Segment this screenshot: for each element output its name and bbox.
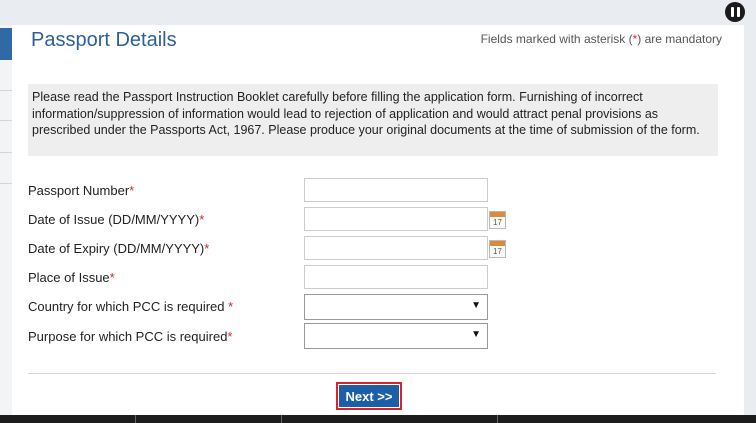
place-of-issue-label-text: Place of Issue [28,270,110,285]
left-sidebar-divider [0,90,12,91]
dropdown-arrow-icon: ▼ [471,329,481,340]
purpose-label-text: Purpose for which PCC is required [28,329,228,344]
country-label-text: Country for which PCC is required [28,299,229,314]
calendar-icon[interactable]: 17 [489,240,506,258]
next-button[interactable]: Next >> [336,382,402,410]
passport-number-input[interactable] [304,178,488,202]
date-of-issue-label: Date of Issue (DD/MM/YYYY)* [28,212,204,227]
pause-icon[interactable] [725,2,745,22]
country-select[interactable]: ▼ [304,294,488,320]
next-button-label: Next >> [339,385,399,407]
required-asterisk: * [109,270,115,285]
footer-bar [0,415,756,423]
dropdown-arrow-icon: ▼ [471,300,481,311]
required-asterisk: * [228,299,234,314]
required-asterisk: * [199,212,205,227]
form-divider [28,373,716,374]
footer-divider [497,415,498,423]
calendar-icon-day: 17 [493,247,502,256]
passport-number-label-text: Passport Number [28,183,130,198]
mandatory-note-suffix: ) are mandatory [637,32,722,46]
date-of-expiry-label-text: Date of Expiry (DD/MM/YYYY) [28,241,205,256]
purpose-label: Purpose for which PCC is required* [28,329,232,344]
passport-number-label: Passport Number* [28,183,134,198]
place-of-issue-input[interactable] [304,265,488,289]
calendar-icon-header [490,241,505,246]
instruction-notice: Please read the Passport Instruction Boo… [28,84,718,156]
date-of-issue-input[interactable] [304,207,488,231]
calendar-icon-day: 17 [493,218,502,227]
left-sidebar-active-item[interactable] [0,28,12,60]
required-asterisk: * [204,241,210,256]
calendar-icon-header [490,212,505,217]
left-sidebar-divider [0,183,12,184]
footer-divider [281,415,282,423]
footer-divider [135,415,136,423]
calendar-icon[interactable]: 17 [489,211,506,229]
date-of-expiry-input[interactable] [304,236,488,260]
required-asterisk: * [129,183,135,198]
country-label: Country for which PCC is required * [28,299,233,314]
left-sidebar-divider [0,152,12,153]
mandatory-note: Fields marked with asterisk (*) are mand… [481,32,722,46]
date-of-issue-label-text: Date of Issue (DD/MM/YYYY) [28,212,200,227]
date-of-expiry-label: Date of Expiry (DD/MM/YYYY)* [28,241,209,256]
place-of-issue-label: Place of Issue* [28,270,115,285]
left-sidebar-divider [0,120,12,121]
required-asterisk: * [227,329,233,344]
purpose-select[interactable]: ▼ [304,323,488,349]
mandatory-note-prefix: Fields marked with asterisk ( [480,32,633,46]
page-title: Passport Details [31,29,177,51]
